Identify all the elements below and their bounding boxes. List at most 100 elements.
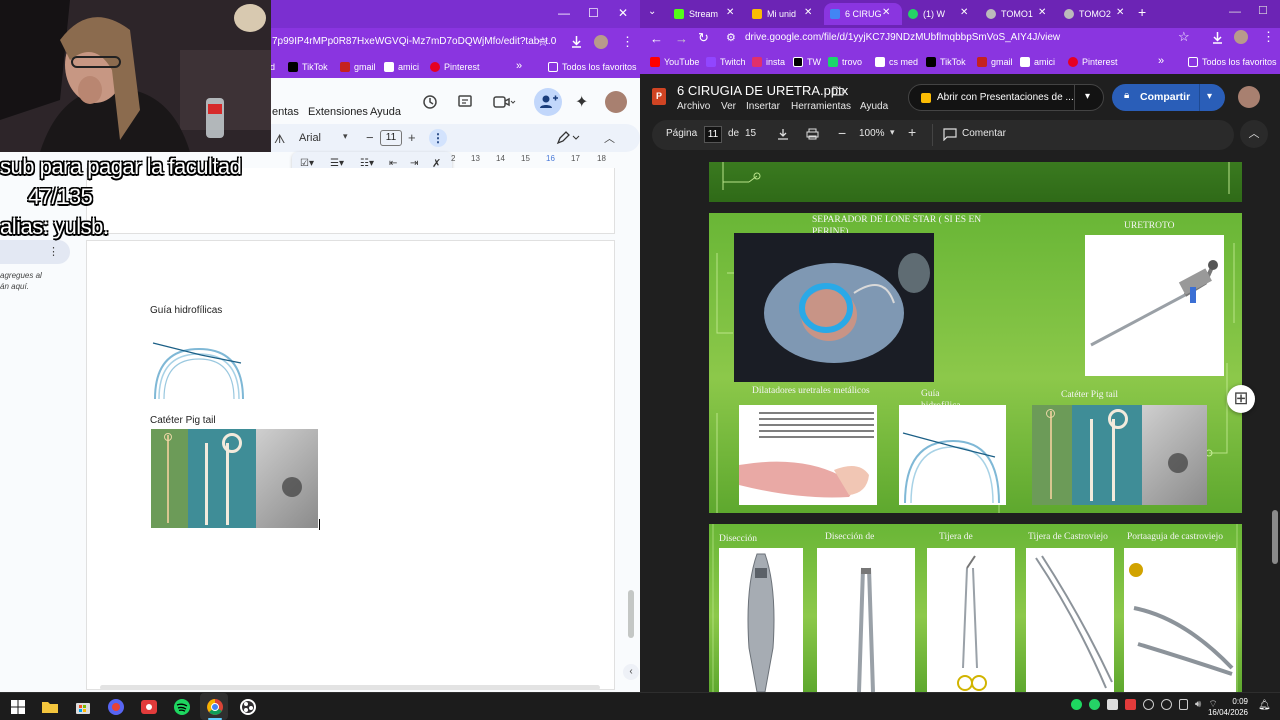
tab-close-icon[interactable]: ✕ [882, 7, 890, 18]
bookmark-youtube[interactable]: YouTube [650, 57, 699, 67]
zoom-in-button[interactable]: + [908, 124, 916, 140]
collapse-header-icon[interactable]: ︿ [1240, 120, 1268, 148]
file-explorer-icon[interactable] [40, 697, 60, 717]
history-icon[interactable] [422, 94, 438, 110]
settings-tray-icon[interactable] [1143, 699, 1154, 710]
site-info-icon[interactable]: ⚙ [726, 31, 736, 44]
tab-close-icon[interactable]: ✕ [1038, 7, 1046, 18]
more-options-icon[interactable]: ⋮ [429, 129, 447, 147]
maximize-button[interactable]: ☐ [588, 6, 599, 20]
reload-icon[interactable]: ↻ [698, 30, 709, 46]
font-family-select[interactable]: Arial [299, 132, 321, 144]
recorder-tray-icon[interactable] [1125, 699, 1136, 710]
bookmark-star-icon[interactable]: ☆ [1178, 29, 1190, 45]
tab-close-icon[interactable]: ✕ [804, 7, 812, 18]
clock[interactable]: 0:09 16/04/2026 [1200, 696, 1248, 718]
menu-kebab-icon[interactable]: ⋮ [1262, 29, 1275, 45]
minimize-button[interactable]: — [1229, 4, 1241, 18]
tab-close-icon[interactable]: ✕ [1116, 7, 1124, 18]
share-button[interactable]: 🔒︎ Compartir ▾ [1112, 84, 1225, 111]
menu-ayuda[interactable]: Ayuda [370, 106, 401, 118]
comment-icon[interactable] [943, 128, 957, 141]
tab-close-icon[interactable]: ✕ [960, 7, 968, 18]
menu-ayuda[interactable]: Ayuda [860, 101, 888, 112]
meet-icon[interactable] [492, 94, 516, 110]
share-person-button[interactable] [534, 88, 562, 116]
bookmark-trovo[interactable]: trovo [828, 57, 862, 67]
bookmark-cs-med[interactable]: cs med [875, 57, 918, 67]
more-bookmarks-button[interactable]: » [516, 60, 522, 72]
menu-herramientas[interactable]: Herramientas [791, 101, 851, 112]
chevron-left-icon[interactable]: ‹ [623, 664, 639, 680]
download-icon[interactable] [777, 128, 789, 140]
menu-extensiones[interactable]: Extensiones [308, 106, 368, 118]
increase-font-button[interactable]: + [408, 130, 416, 145]
new-tab-button[interactable]: + [1138, 4, 1146, 20]
profile-avatar[interactable] [594, 35, 608, 49]
comment-button[interactable]: Comentar [962, 128, 1006, 139]
folder-location-icon[interactable] [832, 85, 844, 96]
open-with-button[interactable]: Abrir con Presentaciones de ... ▾ [908, 84, 1104, 111]
spotify-icon[interactable] [172, 697, 192, 717]
account-avatar[interactable] [605, 91, 627, 113]
font-size-input[interactable]: 11 [380, 130, 402, 146]
menu-archivo[interactable]: Archivo [677, 101, 710, 112]
chevron-down-icon[interactable]: ▾ [343, 131, 348, 142]
bookmark-tiktok[interactable]: TikTok [926, 57, 966, 67]
bookmark-tw[interactable]: TW [793, 57, 821, 67]
tab-search-icon[interactable]: ⌄ [648, 6, 656, 17]
edit-mode-icon[interactable] [556, 131, 580, 145]
forward-icon[interactable]: → [675, 31, 688, 46]
comments-icon[interactable] [457, 94, 473, 110]
obs-icon[interactable] [238, 697, 258, 717]
windows-start-icon[interactable] [8, 697, 28, 717]
all-bookmarks-button[interactable]: Todos los favoritos [1188, 57, 1277, 67]
zoom-level[interactable]: 100% [859, 128, 885, 139]
print-icon[interactable] [806, 128, 819, 140]
more-bookmarks-button[interactable]: » [1158, 55, 1164, 67]
decrease-font-button[interactable]: − [366, 130, 374, 145]
chevron-down-icon[interactable]: ▾ [890, 127, 895, 138]
paint-format-icon[interactable]: ᗑ [274, 132, 285, 147]
bookmark-pinterest[interactable]: Pinterest [1068, 57, 1118, 67]
menu-insertar[interactable]: Insertar [746, 101, 780, 112]
close-button[interactable]: ✕ [618, 6, 628, 20]
right-url-text[interactable]: drive.google.com/file/d/1yyjKC7J9NDzMUbf… [745, 32, 1060, 43]
maximize-button[interactable]: ☐ [1258, 4, 1268, 17]
zoom-out-button[interactable]: − [838, 125, 846, 141]
outline-menu-icon[interactable]: ⋮ [48, 245, 59, 258]
chevron-down-icon[interactable]: ▾ [1085, 91, 1090, 102]
collapse-toolbar-icon[interactable]: ︿ [604, 130, 615, 146]
guidewire-image[interactable] [151, 341, 247, 401]
page-number-input[interactable]: 11 [704, 126, 722, 143]
recorder-icon[interactable] [139, 697, 159, 717]
outline-tab[interactable]: ⋮ [0, 240, 70, 264]
chevron-down-icon[interactable]: ▾ [1207, 91, 1212, 102]
store-icon[interactable] [73, 697, 93, 717]
network-tray-icon[interactable] [1161, 699, 1172, 710]
app-icon[interactable] [106, 697, 126, 717]
usb-tray-icon[interactable] [1179, 699, 1188, 710]
minimize-button[interactable]: — [558, 6, 570, 20]
all-bookmarks-button[interactable]: Todos los favoritos [548, 62, 637, 72]
notifications-icon[interactable]: 🔔︎ [1258, 700, 1271, 711]
left-url-text[interactable]: 7p99IP4rMPp0R87HxeWGVQi-Mz7mD7oDQWjMfo/e… [272, 36, 556, 47]
menu-ver[interactable]: Ver [721, 101, 736, 112]
vertical-scrollbar[interactable] [1272, 510, 1278, 564]
bookmark-insta[interactable]: insta [752, 57, 785, 67]
download-icon[interactable] [570, 35, 583, 48]
bookmark-gmail[interactable]: gmail [977, 57, 1013, 67]
tab-close-icon[interactable]: ✕ [726, 7, 734, 18]
menu-kebab-icon[interactable]: ⋮ [621, 34, 634, 50]
bookmark-star-icon[interactable]: ☆ [537, 34, 549, 50]
vertical-scrollbar[interactable] [628, 590, 634, 638]
download-icon[interactable] [1211, 31, 1224, 44]
whatsapp-tray-icon[interactable] [1089, 699, 1100, 710]
spotify-tray-icon[interactable] [1071, 699, 1082, 710]
slide-11[interactable]: SEPARADOR DE LONE STAR ( SI ES EN PERINE… [709, 213, 1242, 513]
back-icon[interactable]: ← [650, 31, 663, 46]
account-avatar[interactable] [1238, 86, 1260, 108]
slide-12[interactable]: Disección Disección de Tijera de Tijera … [709, 524, 1242, 692]
bookmark-pinterest[interactable]: Pinterest [430, 62, 480, 72]
add-to-drive-button[interactable]: ⊞ [1227, 385, 1255, 413]
